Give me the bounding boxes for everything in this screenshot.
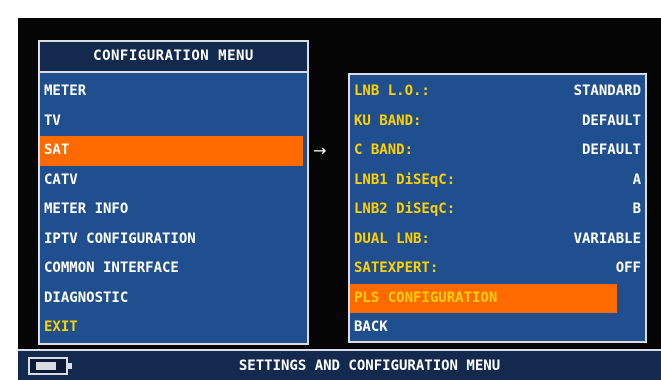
- device-screen: CONFIGURATION MENU METER TV SAT CATV MET…: [18, 18, 661, 380]
- setting-label: PLS CONFIGURATION: [354, 289, 498, 306]
- menu-item-tv[interactable]: TV: [40, 107, 307, 137]
- setting-label: LNB2 DiSEqC:: [354, 201, 456, 217]
- menu-item-meter[interactable]: METER: [40, 77, 307, 107]
- setting-row-ku-band[interactable]: KU BAND: DEFAULT: [350, 107, 645, 137]
- back-label: BACK: [354, 319, 388, 335]
- setting-label: C BAND:: [354, 142, 414, 158]
- setting-label: KU BAND:: [354, 112, 422, 129]
- menu-item-diagnostic[interactable]: DIAGNOSTIC: [40, 284, 307, 314]
- setting-value: DEFAULT: [581, 142, 641, 158]
- status-text: SETTINGS AND CONFIGURATION MENU: [238, 358, 501, 374]
- setting-row-dual-lnb[interactable]: DUAL LNB: VARIABLE: [350, 225, 645, 255]
- battery-icon: [28, 357, 72, 375]
- status-bar: SETTINGS AND CONFIGURATION MENU: [18, 349, 661, 380]
- sat-settings-list: LNB L.O.: STANDARD KU BAND: DEFAULT C BA…: [350, 75, 645, 343]
- setting-value: STANDARD: [573, 83, 641, 99]
- setting-row-c-band[interactable]: C BAND: DEFAULT: [350, 136, 645, 166]
- menu-item-common-interface[interactable]: COMMON INTERFACE: [40, 254, 307, 284]
- right-arrow-icon: →: [313, 141, 327, 160]
- menu-item-sat[interactable]: SAT: [40, 136, 303, 166]
- setting-value: A: [632, 171, 641, 188]
- setting-label: SATEXPERT:: [354, 260, 439, 276]
- sat-settings-panel: LNB L.O.: STANDARD KU BAND: DEFAULT C BA…: [348, 73, 647, 343]
- configuration-menu-title: CONFIGURATION MENU: [40, 42, 307, 73]
- setting-label: LNB L.O.:: [354, 83, 430, 99]
- configuration-menu-list: METER TV SAT CATV METER INFO IPTV CONFIG…: [40, 73, 307, 343]
- setting-value: DEFAULT: [581, 112, 641, 129]
- menu-item-exit[interactable]: EXIT: [40, 313, 307, 343]
- menu-item-meter-info[interactable]: METER INFO: [40, 195, 307, 225]
- setting-row-pls-configuration[interactable]: PLS CONFIGURATION: [350, 283, 617, 313]
- setting-row-back[interactable]: BACK: [350, 313, 645, 343]
- setting-label: LNB1 DiSEqC:: [354, 171, 456, 188]
- setting-label: DUAL LNB:: [354, 230, 430, 247]
- setting-row-satexpert[interactable]: SATEXPERT: OFF: [350, 254, 645, 284]
- menu-item-iptv-configuration[interactable]: IPTV CONFIGURATION: [40, 225, 307, 255]
- setting-row-lnb-lo[interactable]: LNB L.O.: STANDARD: [350, 77, 645, 107]
- setting-value: OFF: [615, 260, 641, 276]
- configuration-menu-panel: CONFIGURATION MENU METER TV SAT CATV MET…: [38, 40, 309, 345]
- setting-row-lnb2-diseqc[interactable]: LNB2 DiSEqC: B: [350, 195, 645, 225]
- setting-row-lnb1-diseqc[interactable]: LNB1 DiSEqC: A: [350, 166, 645, 196]
- setting-value: VARIABLE: [573, 230, 641, 247]
- setting-value: B: [632, 201, 641, 217]
- menu-item-catv[interactable]: CATV: [40, 166, 307, 196]
